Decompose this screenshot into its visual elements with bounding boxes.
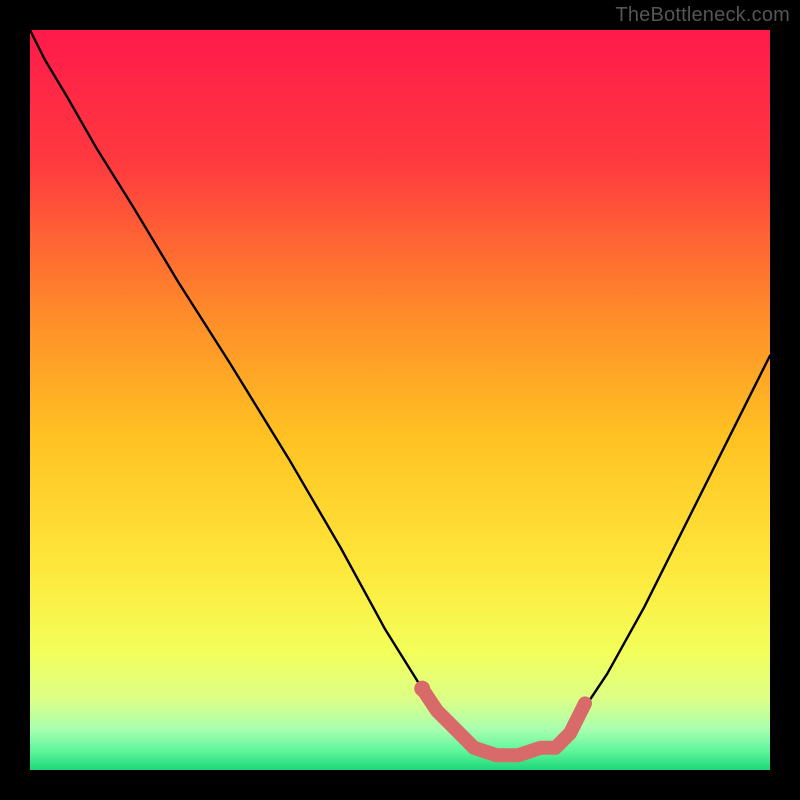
watermark-text: TheBottleneck.com bbox=[615, 4, 790, 27]
plot-background bbox=[30, 30, 770, 770]
chart-frame: TheBottleneck.com bbox=[0, 0, 800, 800]
bottleneck-chart bbox=[0, 0, 800, 800]
optimal-range-start-dot bbox=[414, 681, 430, 697]
